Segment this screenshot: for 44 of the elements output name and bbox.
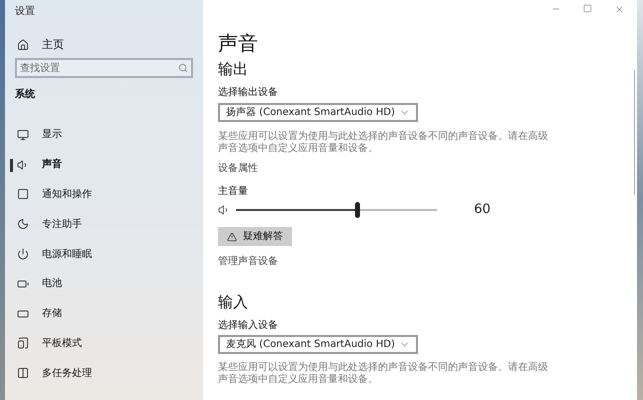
speaker-icon (17, 158, 29, 171)
info-text: 某些应用可以设置为使用与此处选择的声音设备不同的声音设备。请在高级声音选项中自定义应用音量和设备。 (218, 131, 548, 155)
input-device-dropdown[interactable]: 麦克风 (Conexant SmartAudio HD) (218, 335, 418, 354)
volume-label: 主音量 (218, 185, 249, 198)
output-device-dropdown[interactable]: 扬声器 (Conexant SmartAudio HD) (218, 103, 418, 122)
battery-icon (17, 278, 29, 290)
tablet-icon (17, 337, 29, 350)
power-icon (17, 248, 29, 260)
section-heading: 系统 (15, 88, 36, 102)
field-label: 选择输出设备 (218, 86, 279, 100)
home-icon (17, 39, 29, 51)
troubleshoot-button[interactable]: 疑难解答 (218, 227, 292, 246)
section-heading: 输出 (218, 59, 249, 79)
sidebar-item[interactable]: 专注助手 (15, 209, 193, 240)
sidebar-item[interactable]: 电池 (15, 268, 193, 299)
search-icon (178, 63, 188, 73)
columns-icon (17, 367, 29, 380)
sidebar-item[interactable]: 电源和睡眠 (15, 239, 193, 269)
search-field[interactable]: 查找设置 (15, 58, 193, 78)
volume-slider-thumb[interactable] (354, 202, 360, 218)
sidebar-item[interactable]: 通知和操作 (15, 180, 193, 210)
warning-icon (227, 232, 237, 242)
rectangle-icon (17, 308, 29, 320)
maximize-icon[interactable] (583, 4, 592, 13)
close-icon[interactable] (614, 4, 625, 15)
info-text: 某些应用可以设置为使用与此处选择的声音设备不同的声音设备。请在高级声音选项中自定义应用音量和设备。 (218, 362, 548, 386)
sidebar-item[interactable]: 存储 (15, 298, 193, 329)
sidebar-item[interactable]: 平板模式 (15, 328, 193, 358)
sidebar-item[interactable]: 声音 (15, 150, 193, 180)
device-properties-link[interactable]: 设备属性 (218, 162, 258, 175)
manage-devices-link[interactable]: 管理声音设备 (218, 255, 278, 268)
square-icon (17, 188, 29, 200)
section-heading: 输入 (218, 292, 249, 312)
monitor-icon (17, 128, 29, 141)
page-title: 声音 (218, 30, 259, 56)
field-label: 选择输入设备 (218, 319, 279, 333)
moon-icon (17, 218, 29, 230)
selection-bar (10, 158, 13, 172)
window-title: 设置 (15, 4, 36, 18)
sidebar-item[interactable]: 多任务处理 (15, 358, 193, 388)
home-link[interactable]: 主页 (15, 36, 193, 54)
speaker-icon (218, 204, 230, 216)
volume-value: 60 (474, 201, 491, 220)
sidebar-item[interactable]: 显示 (15, 120, 193, 150)
